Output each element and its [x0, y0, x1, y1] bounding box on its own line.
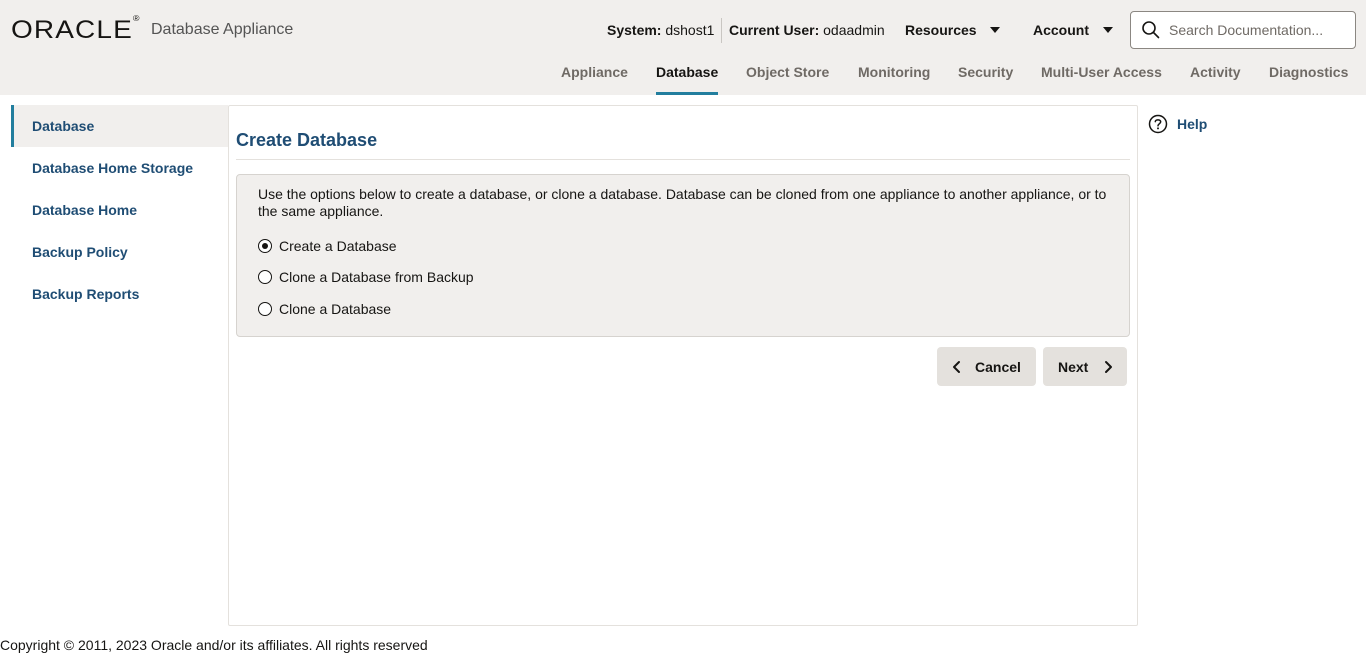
tab-monitoring[interactable]: Monitoring [858, 64, 930, 95]
footer-copyright: Copyright © 2011, 2023 Oracle and/or its… [0, 637, 428, 653]
option-clone-database[interactable]: Clone a Database [258, 301, 391, 317]
tab-multi-user-access[interactable]: Multi-User Access [1041, 64, 1162, 95]
caret-down-icon [1103, 27, 1113, 33]
app-name: Database Appliance [151, 21, 294, 38]
tab-diagnostics[interactable]: Diagnostics [1269, 64, 1348, 95]
search-documentation-box[interactable] [1130, 11, 1356, 49]
radio-icon[interactable] [258, 270, 272, 284]
radio-selected-dot [262, 243, 268, 249]
tab-activity[interactable]: Activity [1190, 64, 1241, 95]
sidebar-item-label: Backup Reports [32, 286, 140, 302]
search-input[interactable] [1169, 22, 1349, 38]
sidebar-item-label: Database Home Storage [32, 160, 194, 176]
next-label: Next [1058, 358, 1089, 375]
create-options-box: Use the options below to create a databa… [236, 174, 1130, 337]
radio-icon[interactable] [258, 302, 272, 316]
system-info: System: dshost1 [607, 22, 714, 38]
help-label: Help [1177, 116, 1208, 132]
option-create-database[interactable]: Create a Database [258, 238, 397, 254]
option-label: Clone a Database from Backup [279, 269, 474, 285]
tab-security[interactable]: Security [958, 64, 1013, 95]
sidebar-item-database[interactable]: Database [11, 105, 228, 147]
sidebar-item-label: Database Home [32, 202, 138, 218]
cancel-button[interactable]: Cancel [937, 347, 1036, 386]
current-user-info: Current User: odaadmin [729, 22, 885, 38]
next-button[interactable]: Next [1043, 347, 1127, 386]
help-icon [1148, 114, 1168, 134]
radio-icon[interactable] [258, 239, 272, 253]
page-title: Create Database [236, 130, 378, 150]
oracle-logo[interactable]: ORACLE® [11, 14, 141, 45]
logo-text: ORACLE [11, 16, 133, 44]
option-clone-from-backup[interactable]: Clone a Database from Backup [258, 269, 474, 285]
account-label: Account [1033, 22, 1089, 38]
sidebar-item-database-home[interactable]: Database Home [11, 189, 228, 231]
logo-registered-mark: ® [132, 14, 141, 23]
cancel-label: Cancel [975, 358, 1021, 375]
create-database-panel: Create Database Use the options below to… [228, 105, 1138, 626]
chevron-left-icon [953, 360, 960, 373]
option-label: Create a Database [279, 238, 397, 254]
current-user-label: Current User: [729, 22, 820, 38]
header-divider [721, 18, 722, 43]
system-label: System: [607, 22, 662, 38]
chevron-right-icon [1105, 360, 1113, 373]
account-menu-button[interactable]: Account [1033, 22, 1113, 38]
tab-object-store[interactable]: Object Store [746, 64, 829, 95]
sidebar-item-label: Backup Policy [32, 244, 128, 260]
help-link[interactable]: Help [1148, 114, 1207, 134]
tab-database[interactable]: Database [656, 64, 719, 95]
option-label: Clone a Database [279, 301, 392, 317]
sidebar-item-database-home-storage[interactable]: Database Home Storage [11, 147, 228, 189]
current-user-value: odaadmin [823, 22, 885, 38]
caret-down-icon [989, 27, 1000, 33]
sidebar-item-backup-policy[interactable]: Backup Policy [11, 231, 228, 273]
system-value: dshost1 [665, 22, 715, 38]
sidebar-item-label: Database [32, 118, 95, 134]
sidebar-item-backup-reports[interactable]: Backup Reports [11, 273, 228, 315]
resources-menu-button[interactable]: Resources [905, 22, 1000, 38]
tab-appliance[interactable]: Appliance [561, 64, 628, 95]
title-divider [236, 159, 1130, 160]
search-icon [1142, 21, 1160, 39]
resources-label: Resources [905, 22, 977, 38]
app-header: ORACLE® Database Appliance System: dshos… [0, 0, 1366, 95]
options-description: Use the options below to create a databa… [258, 186, 1107, 219]
